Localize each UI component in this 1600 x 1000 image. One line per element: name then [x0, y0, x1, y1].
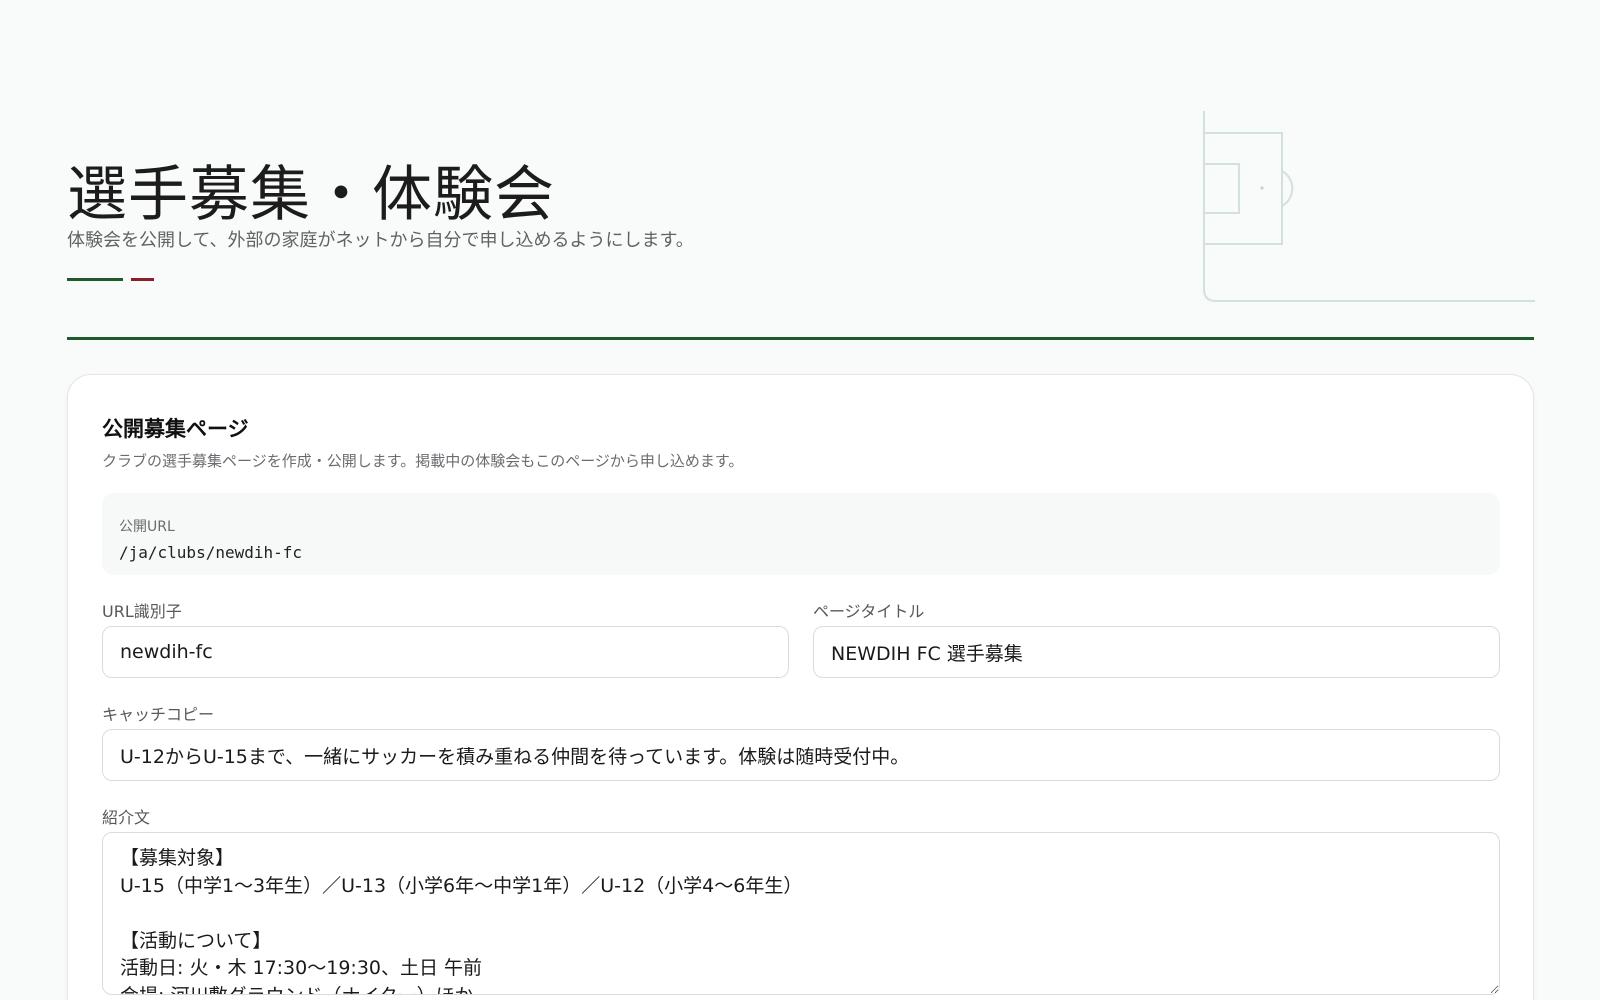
introduction-textarea[interactable]: 【募集対象】 U-15（中学1〜3年生）／U-13（小学6年〜中学1年）／U-1… — [102, 832, 1500, 995]
header-divider — [67, 337, 1534, 340]
catchphrase-label: キャッチコピー — [102, 705, 215, 724]
card-title: 公開募集ページ — [102, 417, 249, 441]
page-title: 選手募集・体験会 — [67, 160, 555, 230]
page-title-label: ページタイトル — [813, 602, 925, 621]
slug-label: URL識別子 — [102, 602, 182, 621]
catchphrase-input[interactable] — [102, 729, 1500, 781]
public-url-value: /ja/clubs/newdih-fc — [119, 543, 303, 562]
public-url-box: 公開URL /ja/clubs/newdih-fc — [102, 493, 1500, 575]
soccer-pitch-illustration — [1203, 111, 1535, 302]
page-subtitle: 体験会を公開して、外部の家庭がネットから自分で申し込めるようにします。 — [67, 230, 694, 251]
accent-bar-green — [67, 278, 123, 281]
slug-input[interactable] — [102, 626, 789, 678]
page-title-input[interactable] — [813, 626, 1500, 678]
introduction-label: 紹介文 — [102, 808, 151, 827]
public-url-label: 公開URL — [119, 519, 175, 535]
card-description: クラブの選手募集ページを作成・公開します。掲載中の体験会もこのページから申し込め… — [102, 452, 744, 470]
recruitment-page-card: 公開募集ページ クラブの選手募集ページを作成・公開します。掲載中の体験会もこのペ… — [67, 374, 1534, 1000]
accent-bar-red — [131, 278, 154, 281]
page: 選手募集・体験会 体験会を公開して、外部の家庭がネットから自分で申し込めるように… — [0, 0, 1600, 1000]
